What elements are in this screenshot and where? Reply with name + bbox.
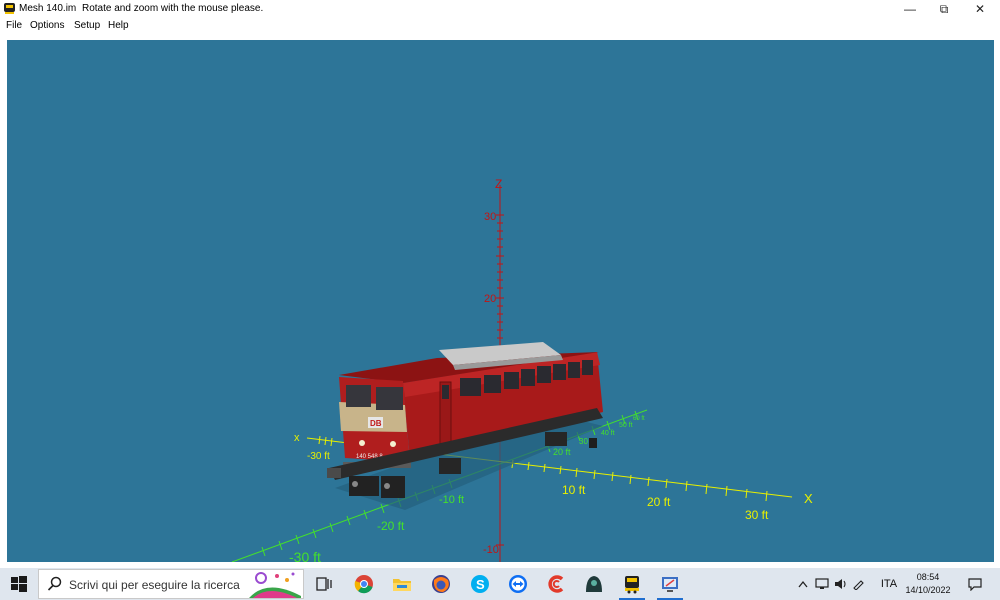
search-placeholder: Scrivi qui per eseguire la ricerca bbox=[69, 578, 240, 592]
teamviewer-icon bbox=[509, 575, 527, 593]
title-bar: Mesh 140.im Rotate and zoom with the mou… bbox=[0, 0, 1000, 18]
restore-icon: ⧉ bbox=[939, 1, 949, 16]
y-tick-minus-30: -30 ft bbox=[289, 549, 321, 562]
x-axis-label-left: x bbox=[294, 432, 300, 444]
start-button[interactable] bbox=[0, 568, 38, 600]
search-highlight-image bbox=[249, 572, 301, 598]
menu-options[interactable]: Options bbox=[30, 20, 64, 31]
firefox-icon bbox=[432, 575, 450, 593]
menu-bar: File Options Setup Help bbox=[0, 18, 1000, 36]
taskbar-app-file-explorer[interactable] bbox=[385, 568, 419, 600]
minimize-icon: — bbox=[904, 2, 916, 16]
close-button[interactable]: ✕ bbox=[963, 0, 997, 18]
clock-date: 14/10/2022 bbox=[905, 585, 951, 595]
menu-file[interactable]: File bbox=[6, 20, 22, 31]
close-icon: ✕ bbox=[974, 2, 986, 16]
y-tick-60: 60 ft bbox=[633, 416, 645, 422]
taskbar-app-chrome[interactable] bbox=[347, 568, 381, 600]
language-indicator[interactable]: ITA bbox=[878, 568, 900, 600]
network-button[interactable] bbox=[813, 568, 831, 600]
taskbar-app-skype[interactable]: S bbox=[463, 568, 497, 600]
taskbar: Scrivi qui per eseguire la ricerca S ITA… bbox=[0, 568, 1000, 600]
x-tick-30: 30 ft bbox=[745, 508, 769, 522]
z-axis-label: Z bbox=[495, 177, 502, 191]
ccleaner-icon bbox=[548, 575, 564, 593]
x-tick-minus-30: -30 ft bbox=[307, 451, 330, 462]
taskbar-search-box[interactable]: Scrivi qui per eseguire la ricerca bbox=[38, 569, 304, 599]
taskbar-app-ccleaner[interactable] bbox=[540, 568, 574, 600]
network-icon bbox=[815, 578, 829, 589]
y-tick-minus-20: -20 ft bbox=[377, 519, 405, 533]
z-tick-20: 20 bbox=[484, 293, 496, 305]
search-icon bbox=[47, 576, 62, 591]
windows-logo-icon bbox=[11, 576, 27, 592]
task-view-button[interactable] bbox=[307, 568, 341, 600]
scene-svg: Z 30 20 -10 -10 ft -20 ft -30 ft 20 ft 3… bbox=[231, 177, 813, 562]
menu-help[interactable]: Help bbox=[108, 20, 129, 31]
train-icon bbox=[625, 576, 639, 594]
taskbar-app-firefox[interactable] bbox=[424, 568, 458, 600]
window-title-file: Mesh 140.im bbox=[19, 3, 77, 14]
x-tick-20: 20 ft bbox=[647, 495, 671, 509]
train-app-icon bbox=[4, 3, 15, 14]
taskbar-app-teamviewer[interactable] bbox=[501, 568, 535, 600]
notification-center-button[interactable] bbox=[962, 568, 988, 600]
restore-button[interactable]: ⧉ bbox=[927, 0, 961, 18]
y-tick-40: 40 ft bbox=[601, 430, 615, 437]
volume-button[interactable] bbox=[832, 568, 850, 600]
skype-icon: S bbox=[471, 575, 489, 593]
y-tick-50: 50 ft bbox=[619, 422, 633, 429]
y-tick-minus-10: -10 ft bbox=[439, 494, 464, 506]
taskbar-app-control-panel[interactable] bbox=[653, 568, 687, 600]
folder-icon bbox=[393, 579, 411, 591]
db-logo: DB bbox=[370, 419, 382, 428]
chrome-icon bbox=[354, 575, 373, 594]
menu-setup[interactable]: Setup bbox=[74, 20, 100, 31]
taskbar-app-game[interactable] bbox=[577, 568, 611, 600]
taskbar-clock[interactable]: 08:54 14/10/2022 bbox=[902, 571, 954, 597]
3d-viewport[interactable]: Z 30 20 -10 -10 ft -20 ft -30 ft 20 ft 3… bbox=[7, 40, 994, 562]
svg-text:S: S bbox=[476, 577, 485, 592]
taskbar-app-mesh-viewer[interactable] bbox=[615, 568, 649, 600]
speaker-icon bbox=[835, 579, 846, 589]
window-title-message: Rotate and zoom with the mouse please. bbox=[82, 3, 264, 14]
z-tick-30: 30 bbox=[484, 211, 496, 223]
minimize-button[interactable]: — bbox=[893, 0, 927, 18]
chevron-up-icon bbox=[798, 580, 808, 588]
pen-icon bbox=[853, 580, 864, 590]
x-axis-label: X bbox=[804, 491, 813, 506]
x-tick-10: 10 ft bbox=[562, 483, 586, 497]
show-hidden-icons-button[interactable] bbox=[796, 568, 810, 600]
y-tick-20: 20 ft bbox=[553, 447, 571, 457]
clock-time: 08:54 bbox=[916, 572, 940, 582]
z-tick-minus-10: -10 bbox=[483, 544, 499, 556]
pen-button[interactable] bbox=[850, 568, 868, 600]
notification-icon bbox=[968, 577, 982, 591]
task-view-icon bbox=[316, 577, 332, 591]
game-icon bbox=[586, 576, 602, 592]
control-panel-icon bbox=[662, 577, 678, 592]
